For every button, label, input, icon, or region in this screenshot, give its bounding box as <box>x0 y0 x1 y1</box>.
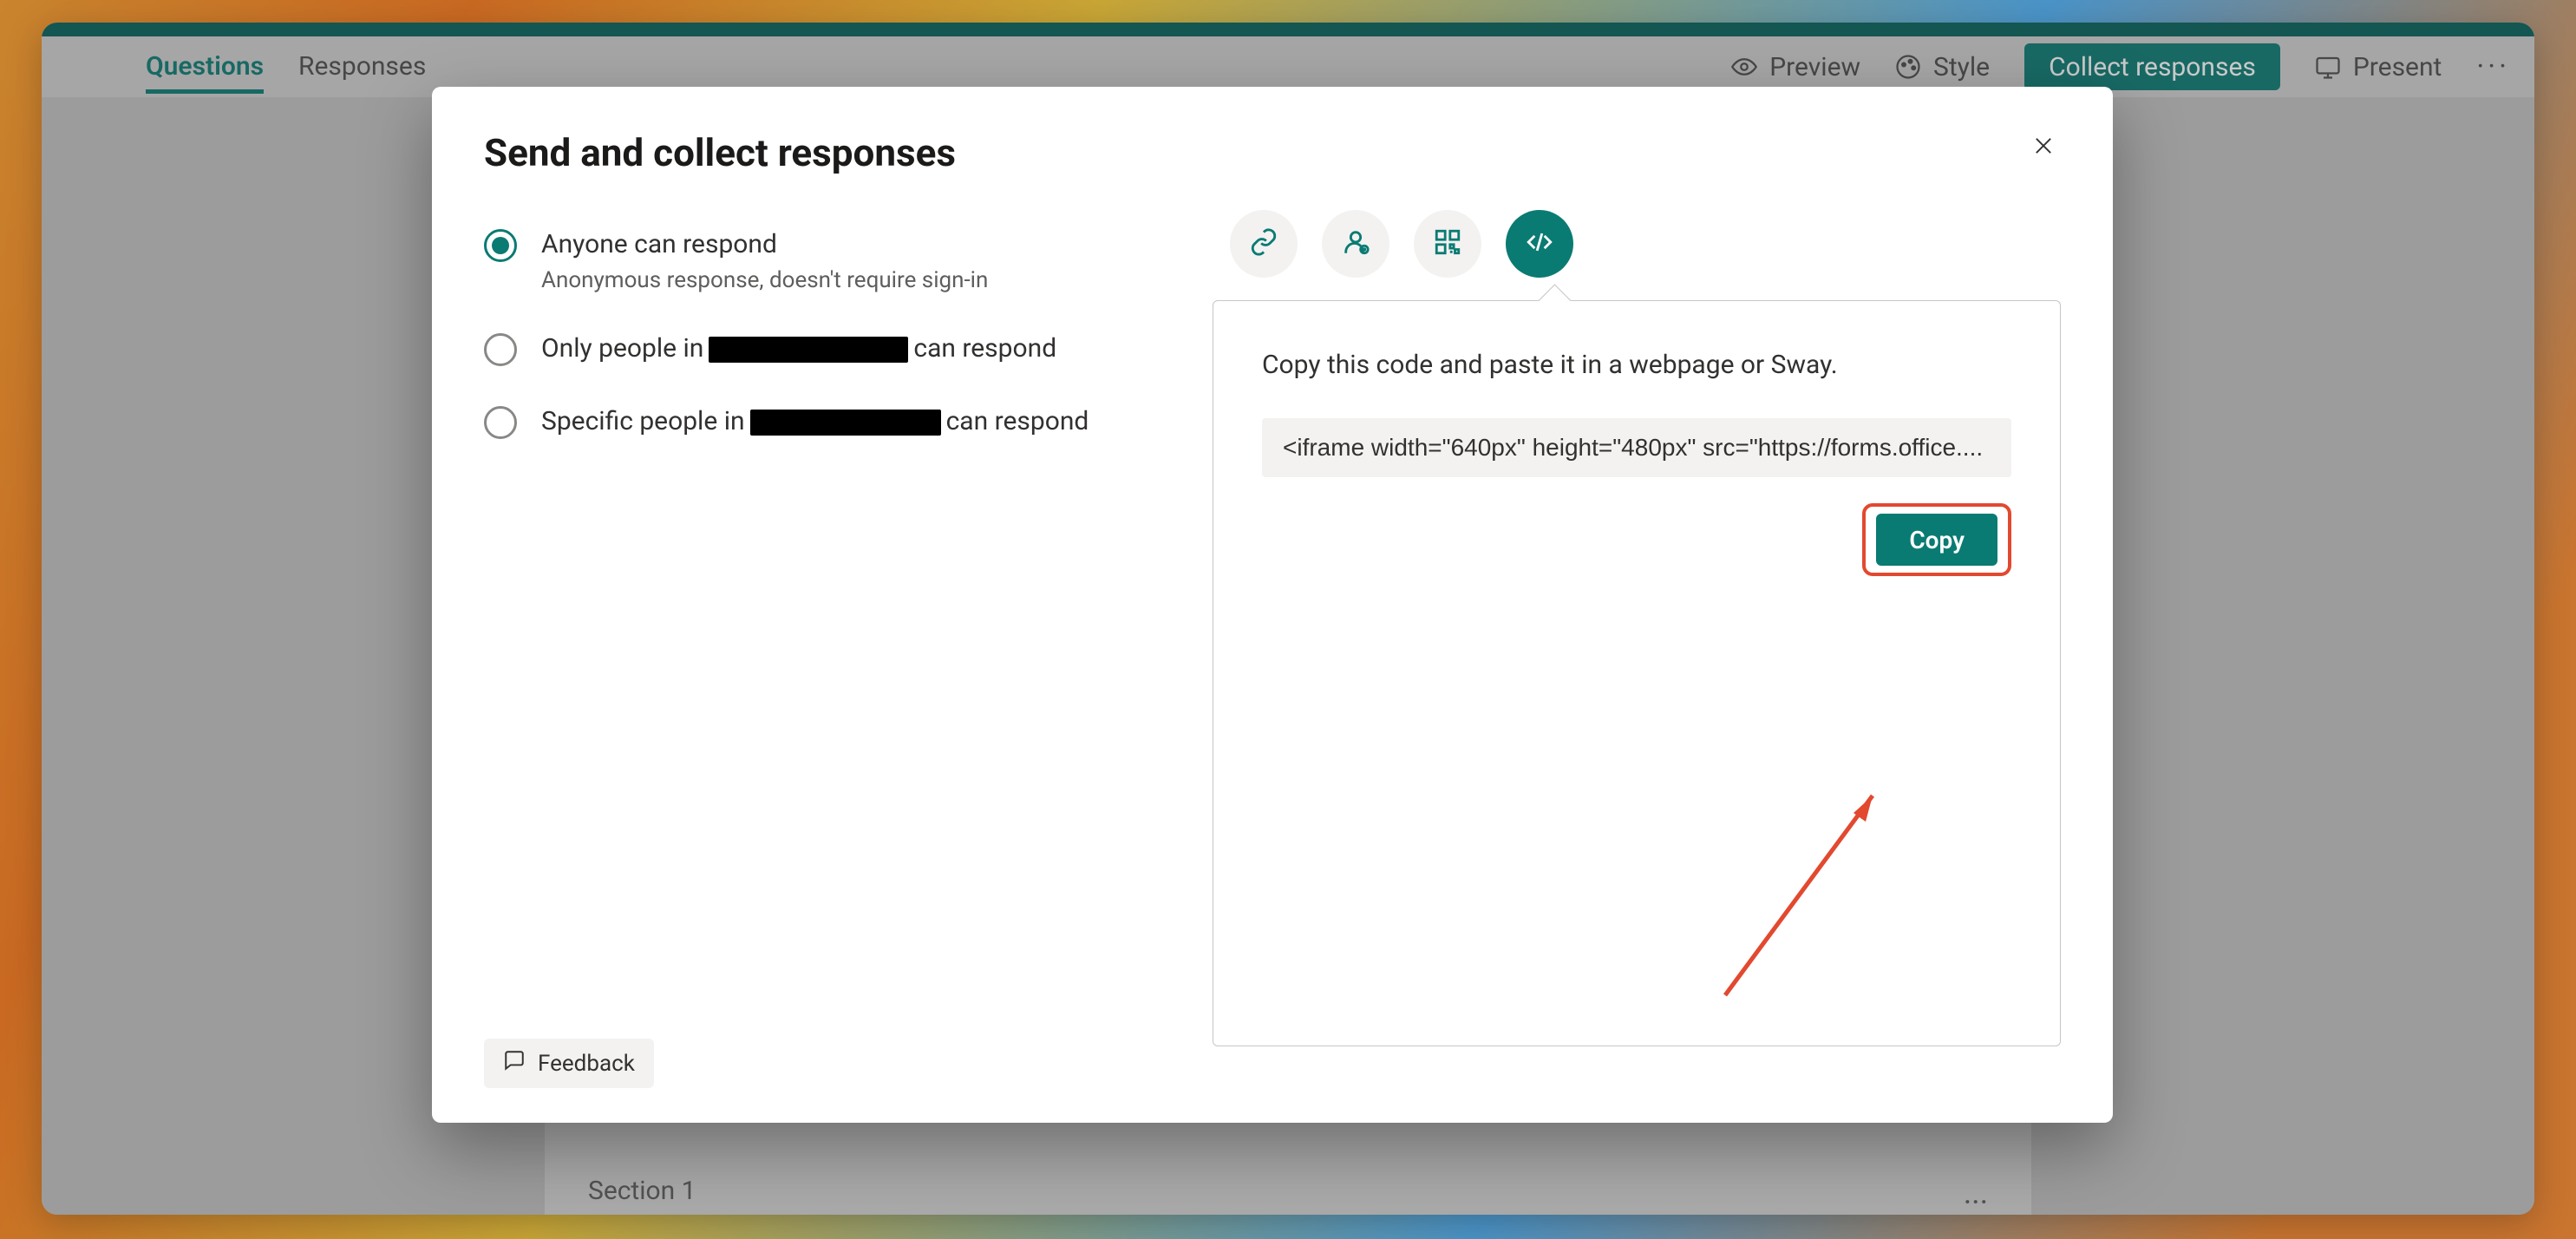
option-specific[interactable]: Specific people incan respond <box>484 404 1213 439</box>
audience-options: Anyone can respond Anonymous response, d… <box>484 201 1213 1088</box>
option-specific-label: Specific people incan respond <box>541 404 1089 439</box>
option-org[interactable]: Only people incan respond <box>484 331 1213 366</box>
annotation-arrow <box>1708 778 1899 1004</box>
share-method-tabs <box>1230 210 2061 278</box>
redacted-org-name-2 <box>750 410 941 436</box>
close-button[interactable] <box>2026 130 2061 165</box>
radio-anyone[interactable] <box>484 229 517 262</box>
share-tab-embed[interactable] <box>1506 210 1573 278</box>
feedback-icon <box>503 1049 526 1078</box>
feedback-label: Feedback <box>538 1051 635 1077</box>
copy-button[interactable]: Copy <box>1876 514 1997 566</box>
dialog-title: Send and collect responses <box>484 130 956 175</box>
embed-code-field[interactable]: <iframe width="640px" height="480px" src… <box>1262 418 2011 477</box>
share-tab-invite[interactable] <box>1322 210 1389 278</box>
close-icon <box>2031 134 2056 161</box>
send-collect-dialog: Send and collect responses Anyone can re… <box>432 87 2113 1123</box>
option-anyone-label: Anyone can respond <box>541 227 988 262</box>
option-anyone-sub: Anonymous response, doesn't require sign… <box>541 267 988 293</box>
annotation-highlight-box: Copy <box>1862 503 2011 576</box>
embed-icon <box>1525 227 1554 260</box>
radio-specific[interactable] <box>484 406 517 439</box>
feedback-button[interactable]: Feedback <box>484 1039 654 1088</box>
link-icon <box>1249 227 1278 260</box>
share-tab-qr[interactable] <box>1414 210 1481 278</box>
redacted-org-name <box>709 337 908 363</box>
embed-instruction: Copy this code and paste it in a webpage… <box>1262 350 2011 380</box>
embed-panel: Copy this code and paste it in a webpage… <box>1213 300 2061 1046</box>
option-org-label: Only people incan respond <box>541 331 1056 366</box>
option-anyone[interactable]: Anyone can respond Anonymous response, d… <box>484 227 1213 293</box>
share-tab-link[interactable] <box>1230 210 1298 278</box>
qr-icon <box>1433 227 1462 260</box>
invite-icon <box>1341 227 1370 260</box>
radio-org[interactable] <box>484 333 517 366</box>
